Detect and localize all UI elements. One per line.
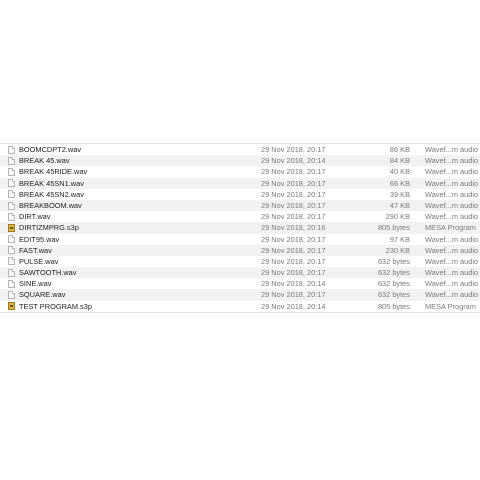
file-kind: Wavef...m audio (425, 279, 479, 289)
audio-file-icon (8, 145, 15, 154)
file-name: BREAK 45.wav (19, 156, 70, 166)
file-size: 632 bytes (377, 290, 410, 300)
file-size: 632 bytes (377, 256, 410, 266)
file-kind: Wavef...m audio (425, 200, 479, 210)
file-name: BREAKBOOM.wav (19, 200, 82, 210)
file-size: 805 bytes (377, 223, 410, 233)
file-row[interactable]: SINE.wav 29 Nov 2018, 20:14 632 bytes Wavef… (0, 278, 480, 289)
file-kind: Wavef...m audio (425, 156, 479, 166)
file-name: BREAK 45RIDE.wav (19, 167, 88, 177)
file-kind: Wavef...m audio (425, 167, 479, 177)
file-list: BOOMCDPT2.wav 29 Nov 2018, 20:17 86 KB Wave… (0, 143, 480, 313)
file-size: 39 KB (389, 189, 410, 199)
file-name: FAST.wav (19, 245, 52, 255)
file-name: DIRTIZMPRG.s3p (19, 223, 79, 233)
file-size: 230 KB (385, 245, 410, 255)
file-row[interactable]: BREAK 45RIDE.wav 29 Nov 2018, 20:17 40 KB W… (0, 166, 480, 177)
file-row[interactable]: FAST.wav 29 Nov 2018, 20:17 230 KB Wavef...… (0, 244, 480, 256)
audio-file-icon (8, 257, 15, 266)
file-kind: Wavef...m audio (425, 234, 479, 244)
file-name: PULSE.wav (19, 256, 59, 266)
file-row[interactable]: BOOMCDPT2.wav 29 Nov 2018, 20:17 86 KB Wave… (0, 144, 480, 155)
file-size: 66 KB (389, 178, 410, 188)
file-row[interactable]: DIRTIZMPRG.s3p 29 Nov 2018, 20:16 805 byte… (0, 222, 480, 234)
mesa-program-icon (8, 302, 15, 311)
file-name: SAWTOOTH.wav (19, 268, 77, 278)
file-kind: Wavef...m audio (425, 256, 479, 266)
file-kind: Wavef...m audio (425, 290, 479, 300)
audio-file-icon (8, 167, 15, 176)
file-size: 40 KB (389, 167, 410, 177)
file-size: 97 KB (389, 234, 410, 244)
audio-file-icon (8, 291, 15, 300)
file-kind: Wavef...m audio (425, 178, 479, 188)
file-size: 805 bytes (377, 301, 410, 311)
file-name: SQUARE.wav (19, 290, 66, 300)
file-name: BOOMCDPT2.wav (19, 145, 82, 154)
file-size: 290 KB (385, 212, 410, 222)
file-size: 86 KB (389, 145, 410, 154)
file-kind: MESA Program (425, 223, 476, 233)
audio-file-icon (8, 179, 15, 188)
file-name: EDIT95.wav (19, 234, 60, 244)
file-name: DIRT.wav (19, 212, 51, 222)
file-name: SINE.wav (19, 279, 52, 289)
file-name: BREAK 45SN2.wav (19, 189, 84, 199)
file-row[interactable]: BREAK 45.wav 29 Nov 2018, 20:14 84 KB Wavef… (0, 155, 480, 167)
file-row[interactable]: TEST PROGRAM.s3p 29 Nov 2018, 20:14 805 by… (0, 301, 480, 312)
file-kind: MESA Program (425, 301, 476, 311)
file-row[interactable]: BREAK 45SN1.wav 29 Nov 2018, 20:17 66 KB Wa… (0, 177, 480, 189)
file-kind: Wavef...m audio (425, 189, 479, 199)
file-name: BREAK 45SN1.wav (19, 178, 84, 188)
file-size: 632 bytes (377, 279, 410, 289)
file-row[interactable]: SQUARE.wav 29 Nov 2018, 20:17 632 bytes Wav… (0, 289, 480, 301)
file-kind: Wavef...m audio (425, 268, 479, 278)
file-size: 47 KB (389, 200, 410, 210)
file-row[interactable]: EDIT95.wav 29 Nov 2018, 20:17 97 KB Wavef..… (0, 234, 480, 245)
file-kind: Wavef...m audio (425, 212, 479, 222)
audio-file-icon (8, 279, 15, 288)
audio-file-icon (8, 246, 15, 255)
file-row[interactable]: BREAKBOOM.wav 29 Nov 2018, 20:17 47 KB Wave… (0, 199, 480, 212)
mesa-program-icon (8, 223, 15, 232)
file-row[interactable]: DIRT.wav 29 Nov 2018, 20:17 290 KB Wavef...… (0, 211, 480, 222)
file-row[interactable]: PULSE.wav 29 Nov 2018, 20:17 632 bytes Wave… (0, 256, 480, 267)
audio-file-icon (8, 201, 15, 210)
file-size: 632 bytes (377, 268, 410, 278)
file-row[interactable]: SAWTOOTH.wav 29 Nov 2018, 20:17 632 bytes W… (0, 267, 480, 279)
file-kind: Wavef...m audio (425, 145, 479, 154)
file-size: 84 KB (389, 156, 410, 166)
file-row[interactable]: BREAK 45SN2.wav 29 Nov 2018, 20:17 39 KB Wa… (0, 189, 480, 200)
file-name: TEST PROGRAM.s3p (19, 301, 92, 311)
audio-file-icon (8, 235, 15, 244)
audio-file-icon (8, 156, 15, 165)
audio-file-icon (8, 190, 15, 199)
audio-file-icon (8, 212, 15, 221)
audio-file-icon (8, 268, 15, 277)
file-kind: Wavef...m audio (425, 245, 479, 255)
